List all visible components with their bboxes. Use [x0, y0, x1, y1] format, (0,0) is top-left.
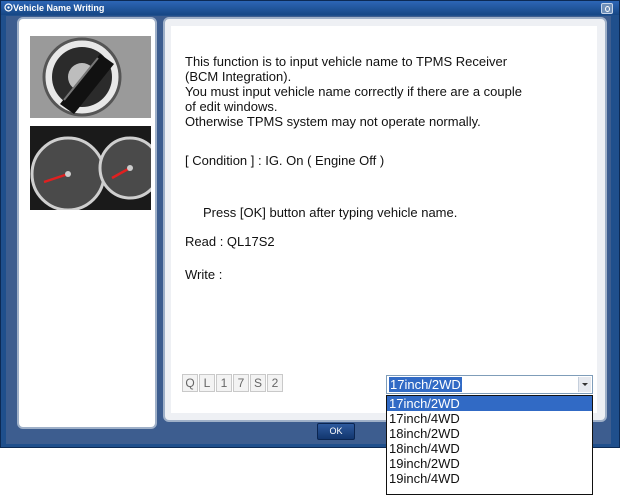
instrument-cluster-icon	[30, 126, 151, 210]
tire-type-select[interactable]: 17inch/2WD	[386, 375, 593, 394]
ignition-key-icon	[30, 36, 151, 118]
dropdown-option[interactable]: 18inch/2WD	[387, 426, 592, 441]
image-panel	[17, 17, 157, 429]
info-line: (BCM Integration).	[185, 69, 292, 84]
select-value: 17inch/2WD	[389, 377, 462, 392]
title-bar[interactable]: Vehicle Name Writing	[1, 1, 619, 15]
info-line: This function is to input vehicle name t…	[185, 54, 508, 69]
char-field[interactable]: 2	[267, 374, 283, 392]
info-text: This function is to input vehicle name t…	[185, 54, 595, 129]
info-line: Otherwise TPMS system may not operate no…	[185, 114, 481, 129]
dropdown-option[interactable]: 19inch/4WD	[387, 471, 592, 486]
instruction-text: Press [OK] button after typing vehicle n…	[203, 205, 458, 220]
info-line: You must input vehicle name correctly if…	[185, 84, 522, 99]
app-icon	[4, 3, 13, 12]
dropdown-option[interactable]: 18inch/4WD	[387, 441, 592, 456]
char-field[interactable]: 7	[233, 374, 249, 392]
write-label: Write :	[185, 267, 223, 282]
info-line: of edit windows.	[185, 99, 278, 114]
vehicle-name-input: Q L 1 7 S 2	[182, 374, 284, 392]
char-field[interactable]: L	[199, 374, 215, 392]
tire-type-dropdown: 17inch/2WD 17inch/4WD 18inch/2WD 18inch/…	[386, 395, 593, 495]
window-title: Vehicle Name Writing	[13, 3, 105, 13]
dropdown-option[interactable]: 17inch/4WD	[387, 411, 592, 426]
chevron-down-icon[interactable]	[578, 377, 591, 392]
ok-button[interactable]: OK	[317, 423, 355, 440]
char-field[interactable]: Q	[182, 374, 198, 392]
dropdown-option[interactable]: 19inch/2WD	[387, 456, 592, 471]
condition-text: [ Condition ] : IG. On ( Engine Off )	[185, 153, 385, 168]
char-field[interactable]: 1	[216, 374, 232, 392]
dropdown-option[interactable]: 17inch/2WD	[387, 396, 592, 411]
char-field[interactable]: S	[250, 374, 266, 392]
close-icon[interactable]	[601, 3, 613, 14]
read-value: Read : QL17S2	[185, 234, 275, 249]
